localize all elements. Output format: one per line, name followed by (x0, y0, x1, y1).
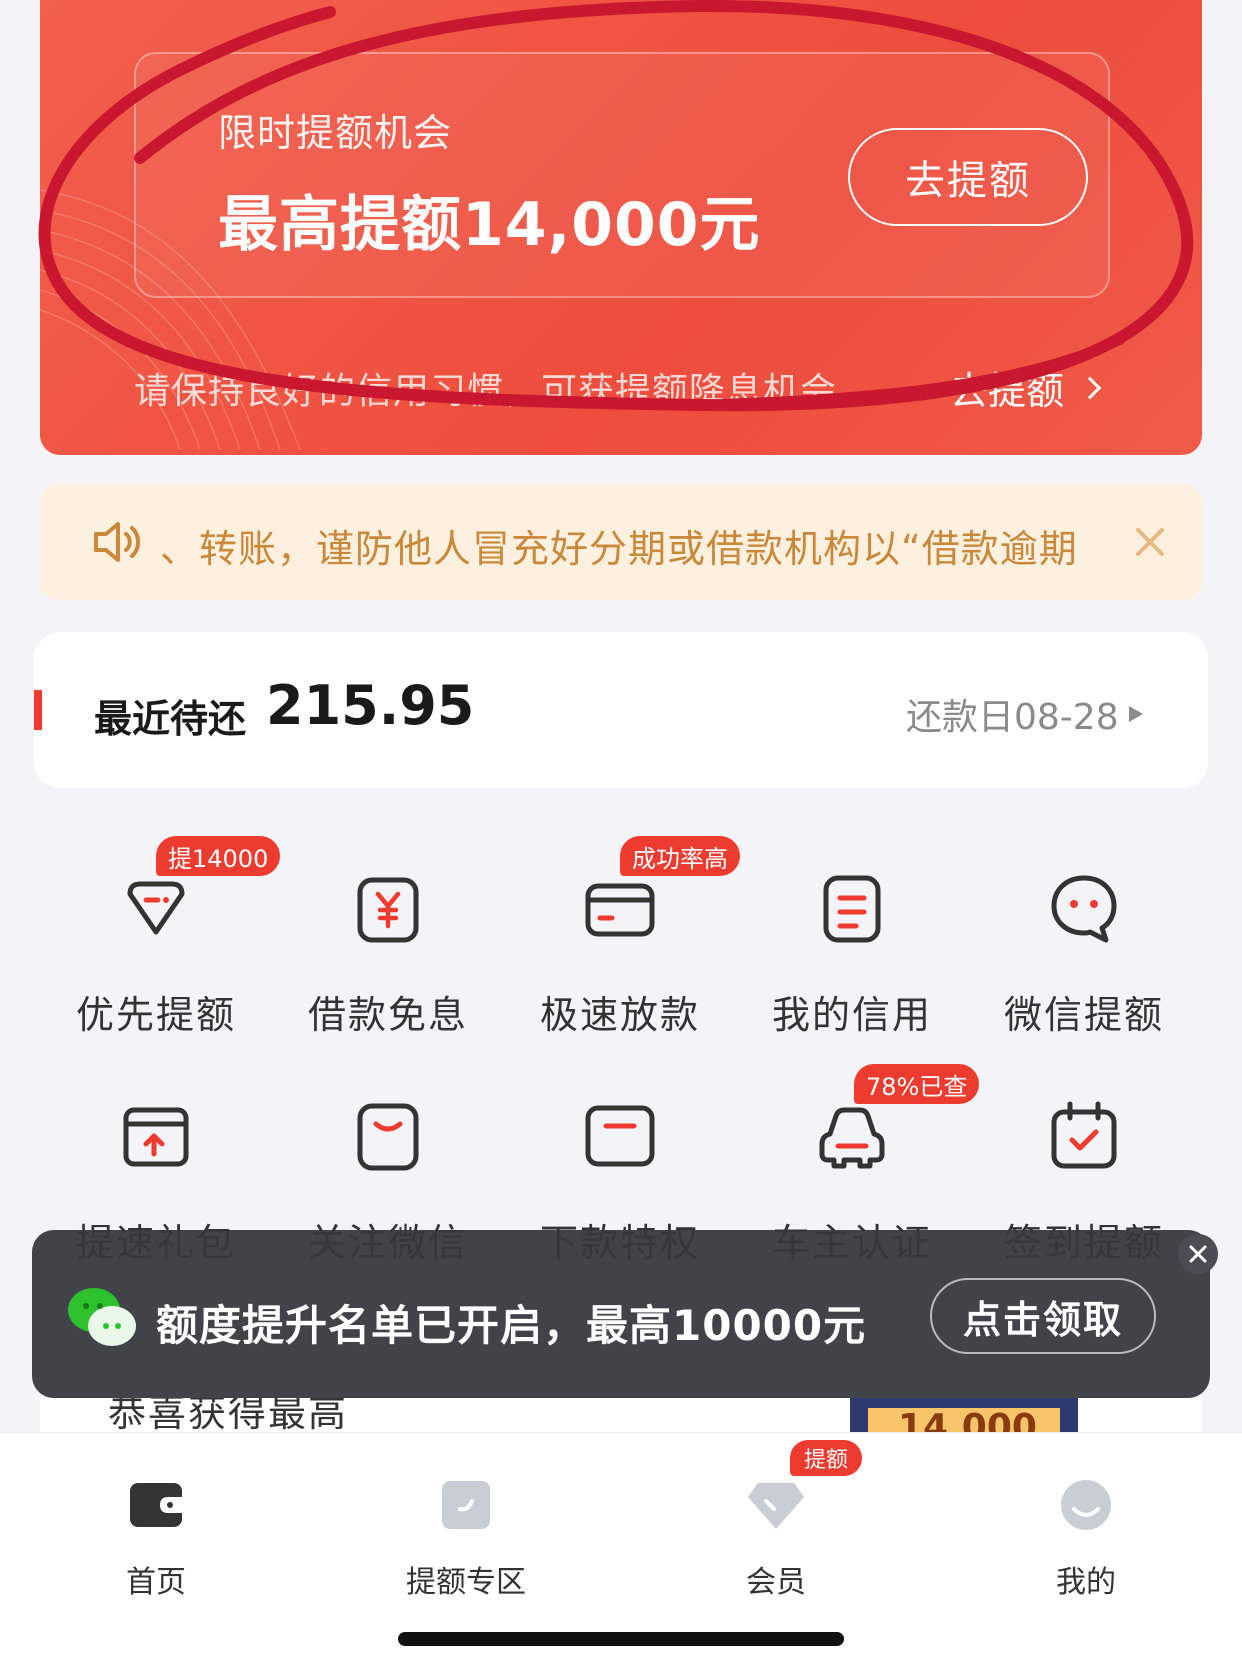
raise-limit-link[interactable]: 去提额 (950, 360, 1102, 415)
tab-label: 会员 (746, 1565, 806, 1600)
grid-item-my-credit[interactable]: 我的信用 (736, 830, 968, 1037)
tab-home[interactable]: 首页 (56, 1457, 256, 1600)
close-icon[interactable] (1178, 1234, 1218, 1274)
gift-box-icon (123, 1107, 189, 1167)
raise-limit-button[interactable]: 去提额 (848, 128, 1088, 226)
card-icon (585, 883, 655, 937)
yuan-note-icon (357, 877, 419, 943)
gift-tag-icon (127, 881, 185, 935)
grid-item-label: 优先提额 (75, 993, 236, 1037)
grid-item-label: 微信提额 (1003, 993, 1164, 1037)
wallet-icon (130, 1483, 182, 1527)
grid-item-speed-pack[interactable]: 提速礼包 (40, 1058, 272, 1265)
tab-label: 首页 (126, 1565, 186, 1600)
triangle-right-icon (1128, 706, 1143, 722)
wechat-icon (68, 1288, 136, 1346)
reward-text: 恭喜获得最高 (108, 1398, 349, 1432)
user-smile-icon (1061, 1480, 1111, 1530)
raise-limit-link-label: 去提额 (950, 369, 1065, 413)
chat-bubble-icon (1051, 875, 1117, 943)
credit-tip-text: 请保持良好的信用习惯，可获提额降息机会 (134, 371, 838, 412)
note-icon (442, 1481, 490, 1529)
reward-amount-card: 14,000 (850, 1398, 1078, 1432)
reward-card[interactable]: 恭喜获得最高 14,000 (40, 1398, 1202, 1432)
promo-banner: 限时提额机会 最高提额14,000元 去提额 请保持良好的信用习惯，可获提额降息… (40, 0, 1202, 455)
toast-message: 额度提升名单已开启，最高10000元 (156, 1301, 867, 1350)
repayment-card[interactable]: 最近待还 215.95 还款日08-28 (34, 632, 1208, 788)
repayment-date[interactable]: 还款日08-28 (906, 688, 1143, 740)
grid-item-checkin-raise[interactable]: 签到提额 (968, 1058, 1200, 1265)
diamond-icon (748, 1483, 804, 1529)
offer-headline: 最高提额14,000元 (218, 190, 761, 260)
repayment-amount: 215.95 (266, 674, 475, 737)
grid-item-follow-wechat[interactable]: 关注微信 (272, 1058, 504, 1265)
wallet-icon (585, 1105, 655, 1167)
limit-raise-toast: 额度提升名单已开启，最高10000元 点击领取 (32, 1230, 1218, 1398)
document-icon (823, 875, 881, 943)
member-badge: 提额 (790, 1440, 863, 1476)
claim-button[interactable]: 点击领取 (930, 1278, 1156, 1354)
car-icon (819, 1107, 885, 1169)
tab-member[interactable]: 会员 (676, 1457, 876, 1600)
notice-bar: 、转账，谨防他人冒充好分期或借款机构以“借款逾期 (40, 484, 1202, 600)
grid-item-label: 借款免息 (307, 993, 468, 1037)
notice-text: 、转账，谨防他人冒充好分期或借款机构以“借款逾期 (160, 527, 1078, 571)
badge-78-checked: 78%已查 (854, 1064, 980, 1104)
smile-note-icon (357, 1103, 419, 1171)
chevron-right-icon (1078, 376, 1102, 399)
tab-label: 我的 (1056, 1565, 1116, 1600)
tab-raise-zone[interactable]: 提额专区 (366, 1457, 566, 1600)
tab-label: 提额专区 (406, 1565, 526, 1600)
offer-subtitle: 限时提额机会 (218, 111, 453, 155)
grid-item-label: 极速放款 (539, 993, 700, 1037)
grid-item-loan-privilege[interactable]: 下款特权 (504, 1058, 736, 1265)
grid-item-label: 我的信用 (771, 993, 932, 1037)
close-icon[interactable] (1128, 520, 1172, 564)
badge-raise-14000: 提14000 (156, 836, 281, 876)
grid-item-interest-free[interactable]: 借款免息 (272, 830, 504, 1037)
calendar-check-icon (1051, 1101, 1117, 1169)
home-indicator[interactable] (398, 1632, 844, 1646)
badge-high-success: 成功率高 (620, 836, 740, 876)
reward-amount: 14,000 (868, 1408, 1060, 1432)
grid-item-wechat-raise[interactable]: 微信提额 (968, 830, 1200, 1037)
accent-bar (34, 690, 42, 730)
repayment-label: 最近待还 (94, 697, 247, 741)
offer-card: 限时提额机会 最高提额14,000元 去提额 (134, 52, 1110, 298)
repayment-date-text: 还款日08-28 (906, 697, 1119, 738)
speaker-icon (94, 522, 140, 562)
tab-mine[interactable]: 我的 (986, 1457, 1186, 1600)
